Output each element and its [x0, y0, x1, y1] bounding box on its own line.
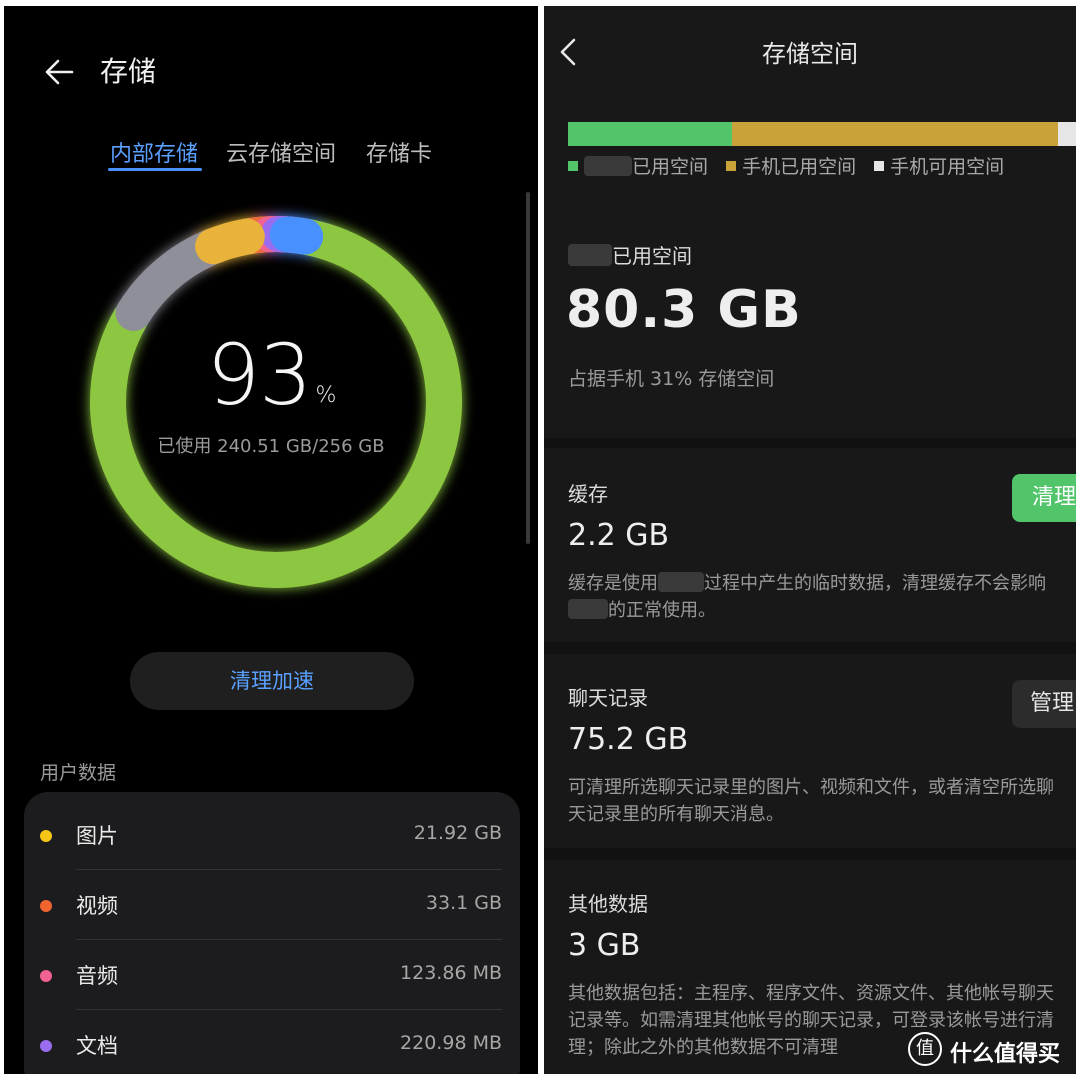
redacted-app-name: [584, 156, 632, 176]
tab-internal-storage[interactable]: 内部存储: [110, 136, 198, 168]
list-item-size: 123.86 MB: [400, 962, 502, 984]
cache-value: 2.2 GB: [568, 518, 670, 553]
chat-history-value: 75.2 GB: [568, 722, 689, 757]
back-arrow-icon[interactable]: [42, 52, 82, 92]
cache-block: 缓存 2.2 GB 清理 缓存是使用 过程中产生的临时数据，清理缓存不会影响的正常…: [544, 448, 1076, 642]
redacted-app-name: [568, 244, 612, 266]
storage-bar-phone-free: [1058, 122, 1076, 146]
chat-history-block: 聊天记录 75.2 GB 管理 可清理所选聊天记录里的图片、视频和文件，或者清空…: [544, 654, 1076, 848]
audio-color-dot: [40, 970, 52, 982]
app-used-value: 80.3 GB: [566, 280, 802, 340]
videos-color-dot: [40, 900, 52, 912]
list-item-size: 33.1 GB: [425, 892, 502, 914]
chat-history-label: 聊天记录: [568, 686, 648, 710]
legend-app-used: 已用空间: [568, 156, 708, 178]
list-item-audio[interactable]: 音频 123.86 MB: [24, 940, 520, 1010]
list-item-documents[interactable]: 文档 220.98 MB: [24, 1010, 520, 1074]
storage-bar-phone-used: [732, 122, 1058, 146]
legend-phone-free: 手机可用空间: [874, 156, 1004, 178]
user-data-card: 图片 21.92 GB 视频 33.1 GB 音频 123.86 MB 文档 2…: [24, 792, 520, 1074]
cache-description: 缓存是使用 过程中产生的临时数据，清理缓存不会影响的正常使用。: [568, 570, 1068, 626]
app-used-label: 已用空间: [568, 240, 692, 269]
usage-percent: 93%: [4, 326, 538, 424]
manage-chat-button[interactable]: 管理: [1012, 680, 1076, 728]
cache-desc-part: 缓存是使用: [568, 573, 658, 594]
redacted-app-name: [568, 599, 608, 619]
storage-legend: 已用空间 手机已用空间 手机可用空间: [568, 152, 1016, 179]
cache-desc-part: 的正常使用。: [608, 600, 716, 621]
list-item-pictures[interactable]: 图片 21.92 GB: [24, 800, 520, 870]
legend-label: 已用空间: [632, 156, 709, 178]
legend-phone-used: 手机已用空间: [726, 156, 856, 178]
storage-bar-app-used: [568, 122, 732, 146]
app-used-label-text: 已用空间: [612, 244, 692, 268]
redacted-app-name: [658, 572, 704, 592]
list-item-name: 音频: [76, 964, 118, 988]
tab-cloud-storage[interactable]: 云存储空间: [226, 136, 336, 168]
list-item-name: 文档: [76, 1034, 118, 1058]
left-storage-screen: 存储 内部存储 云存储空间 存储卡 93% 已使用 240.51 GB/256 …: [4, 6, 538, 1074]
usage-detail-text: 已使用 240.51 GB/256 GB: [157, 436, 385, 457]
legend-label: 手机已用空间: [742, 156, 857, 178]
list-item-size: 21.92 GB: [413, 822, 502, 844]
list-item-name: 图片: [76, 824, 118, 848]
tab-storage-card[interactable]: 存储卡: [366, 136, 432, 168]
page-title: 存储空间: [762, 40, 858, 68]
pictures-color-dot: [40, 830, 52, 842]
list-item-size: 220.98 MB: [400, 1032, 502, 1054]
usage-percent-sign: %: [315, 383, 336, 408]
other-data-value: 3 GB: [568, 928, 641, 963]
watermark-logo: 值: [908, 1032, 942, 1066]
clean-cache-button[interactable]: 清理: [1012, 474, 1076, 522]
storage-bar: [568, 122, 1076, 146]
chat-history-description: 可清理所选聊天记录里的图片、视频和文件，或者清空所选聊天记录里的所有聊天消息。: [568, 777, 1054, 825]
legend-swatch: [726, 161, 737, 171]
ring-segment-apps: [269, 216, 324, 255]
other-data-label: 其他数据: [568, 892, 648, 916]
legend-label: 手机可用空间: [890, 156, 1005, 178]
cache-desc-part: 过程中产生的临时数据，清理缓存不会影响: [704, 573, 1046, 594]
watermark-text: 什么值得买: [950, 1042, 1061, 1067]
ring-segment-pictures-head: [195, 218, 265, 265]
right-storage-space-screen: 存储空间 已用空间 手机已用空间 手机可用空间 已用空间 80.3 GB 占据手…: [544, 6, 1076, 1074]
active-tab-indicator: [108, 168, 202, 171]
legend-swatch: [568, 161, 578, 171]
usage-percent-value: 93: [206, 326, 313, 424]
page-title: 存储: [100, 55, 157, 88]
clean-accelerate-button[interactable]: 清理加速: [130, 652, 414, 710]
list-item-videos[interactable]: 视频 33.1 GB: [24, 870, 520, 940]
app-used-description: 占据手机 31% 存储空间: [568, 368, 775, 390]
list-item-name: 视频: [76, 894, 118, 918]
user-data-section-title: 用户数据: [40, 762, 117, 784]
cache-label: 缓存: [568, 482, 608, 506]
legend-swatch: [874, 161, 885, 171]
documents-color-dot: [40, 1040, 52, 1052]
